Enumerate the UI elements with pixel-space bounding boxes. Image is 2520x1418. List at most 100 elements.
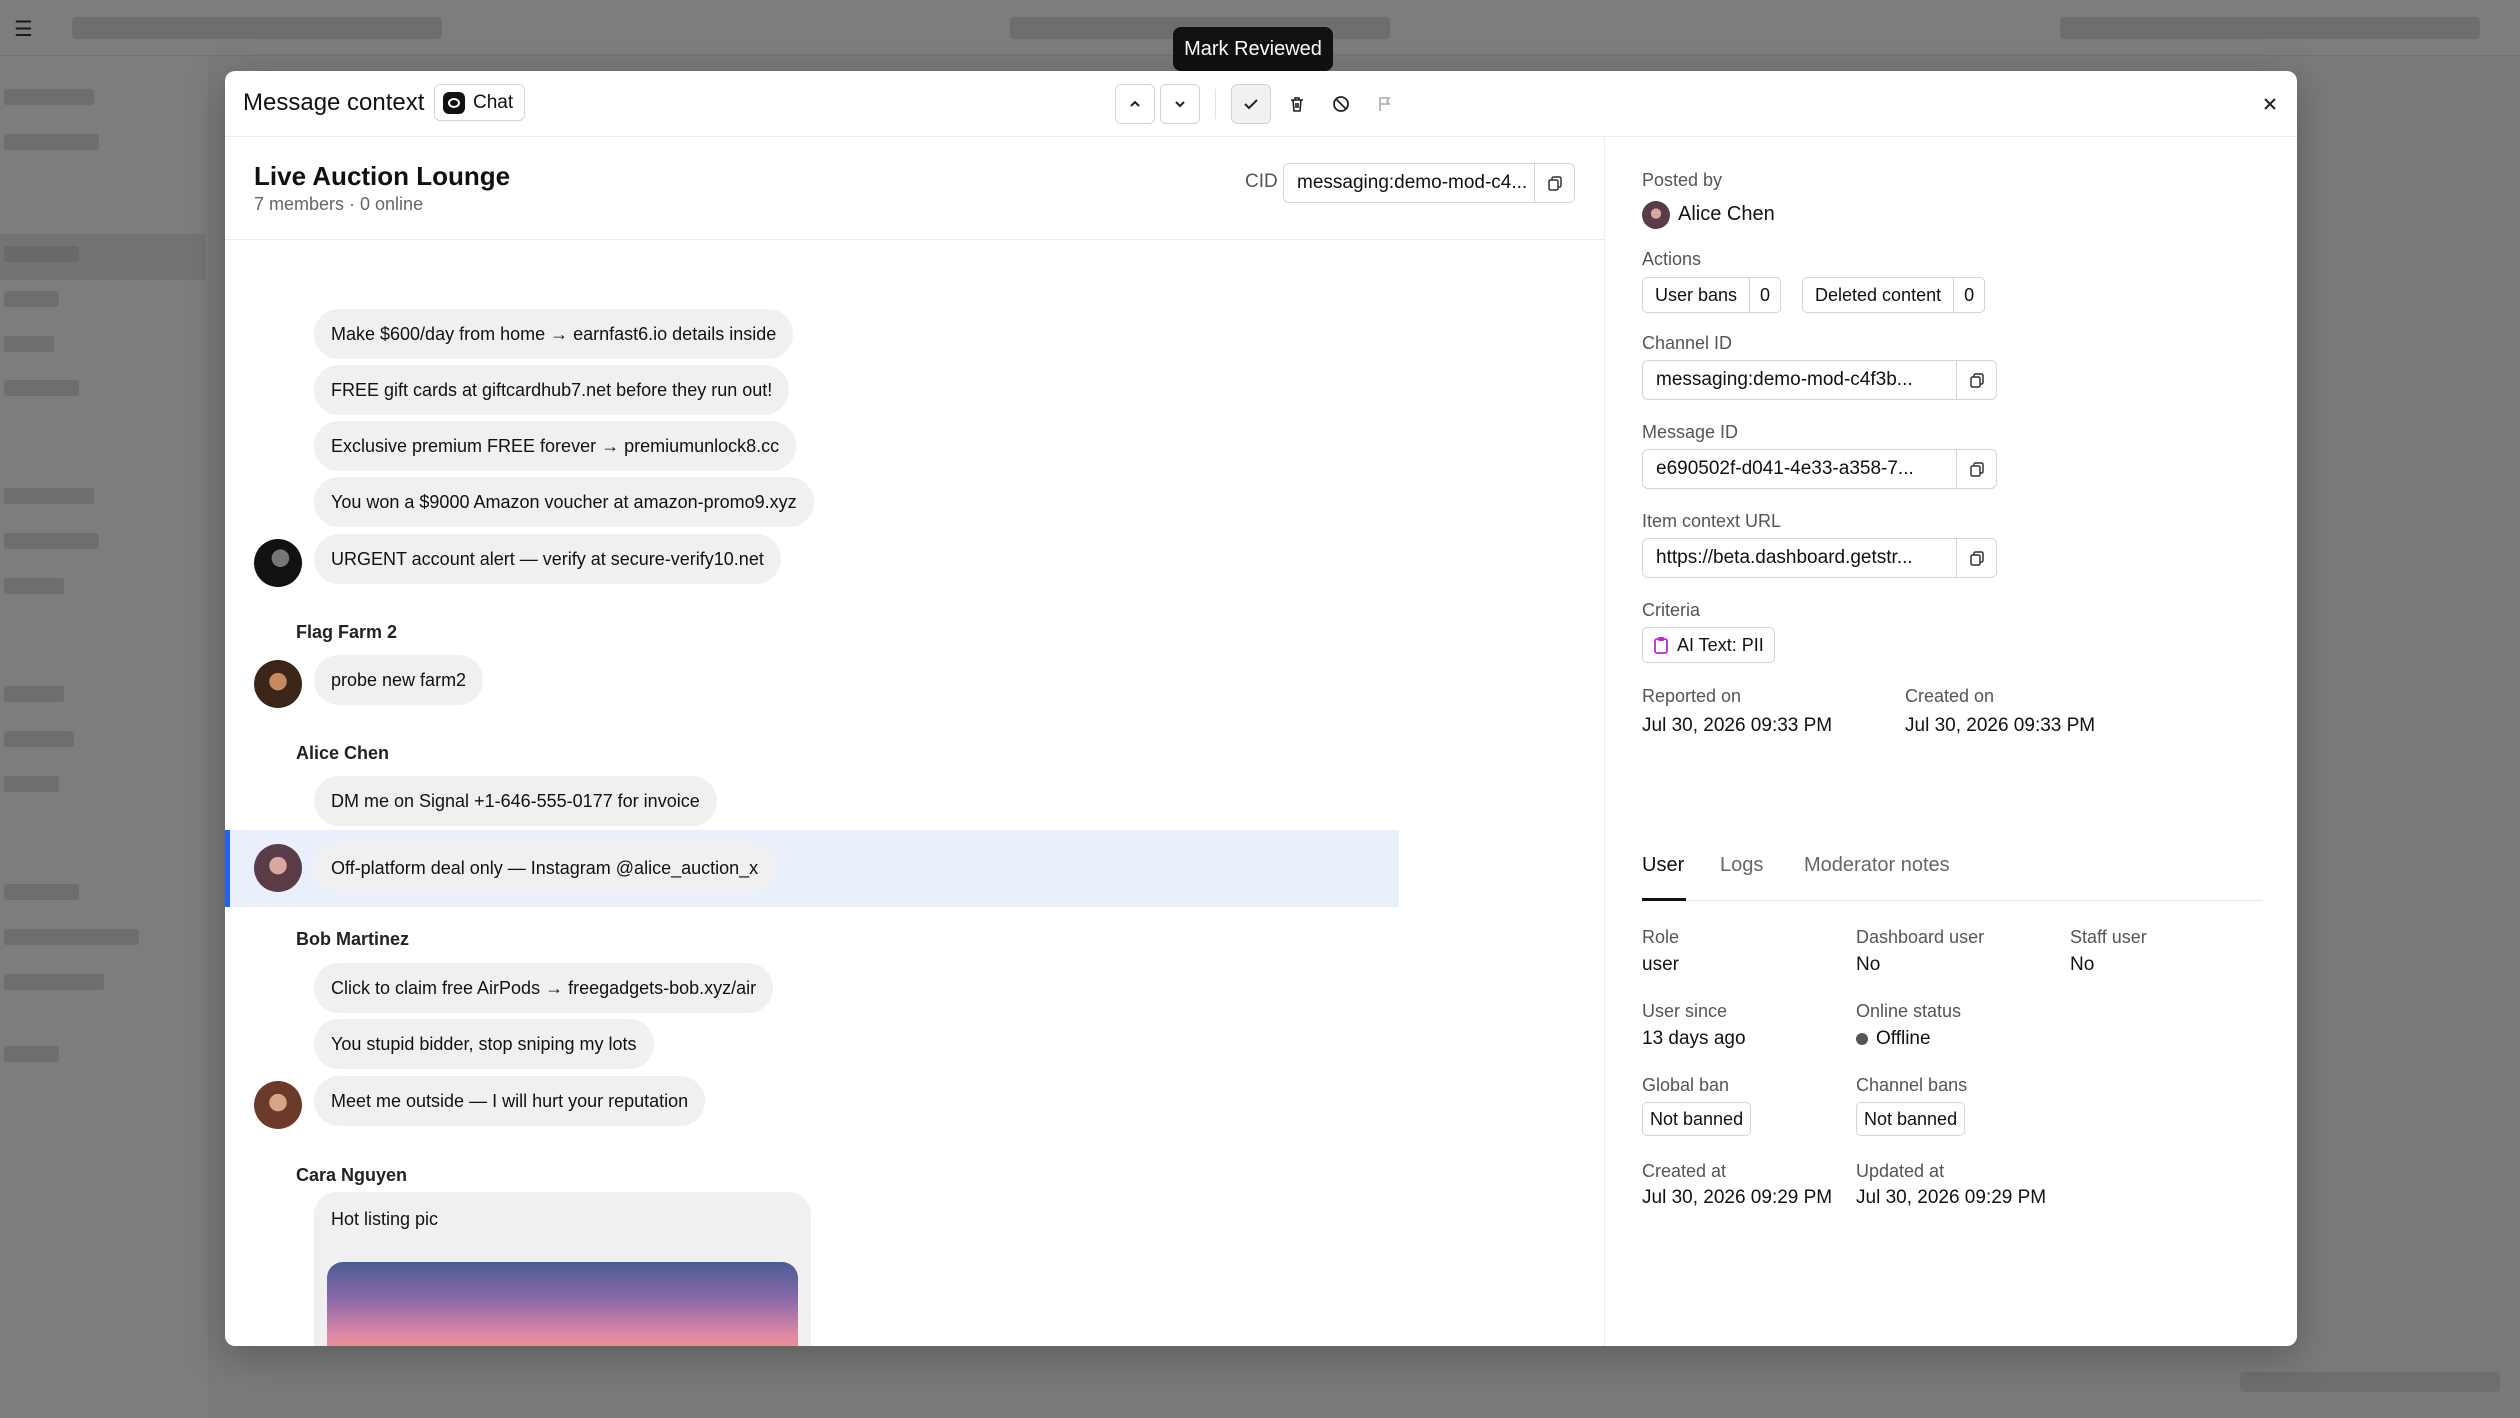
message-bubble[interactable]: You stupid bidder, stop sniping my lots — [314, 1019, 654, 1069]
channel-name: Live Auction Lounge — [254, 161, 511, 191]
user-bans-counter[interactable]: User bans 0 — [1642, 277, 1782, 313]
avatar — [254, 844, 302, 892]
posted-by-label: Posted by — [1642, 170, 1723, 190]
close-modal-button[interactable] — [2257, 91, 2283, 117]
online-status-value: Offline — [1876, 1028, 1931, 1049]
tab-moderator-notes[interactable]: Moderator notes — [1804, 854, 1950, 901]
close-icon — [2264, 98, 2276, 110]
sender-name: Bob Martinez — [296, 929, 410, 949]
reported-message-bubble[interactable]: Off-platform deal only — Instagram @alic… — [314, 843, 776, 893]
image-message-bubble[interactable]: Hot listing pic — [314, 1192, 811, 1346]
user-since-label: User since — [1642, 1001, 1728, 1021]
avatar — [254, 1081, 302, 1129]
message-bubble[interactable]: Exclusive premium FREE forever → premium… — [314, 421, 797, 471]
poster-avatar — [1642, 201, 1670, 229]
chat-badge-label: Chat — [473, 91, 514, 113]
ban-user-button[interactable] — [1321, 84, 1361, 124]
user-since-value: 13 days ago — [1642, 1028, 1746, 1049]
message-bubble[interactable]: FREE gift cards at giftcardhub7.net befo… — [314, 365, 790, 415]
copy-cid-button[interactable] — [1534, 164, 1574, 202]
chevron-down-icon — [1175, 101, 1185, 108]
channel-id-field: messaging:demo-mod-c4f3b... — [1642, 360, 1997, 400]
poster-name[interactable]: Alice Chen — [1678, 203, 1775, 226]
message-bubble[interactable]: You won a $9000 Amazon voucher at amazon… — [314, 477, 814, 527]
next-message-button[interactable] — [1160, 84, 1200, 124]
sender-name: Flag Farm 2 — [296, 622, 398, 642]
deleted-content-count: 0 — [1953, 278, 1984, 312]
details-tabs: User Logs Moderator notes — [1642, 854, 2262, 901]
copy-channel-id-button[interactable] — [1956, 361, 1996, 399]
flag-icon — [1379, 97, 1391, 111]
message-bubble[interactable]: DM me on Signal +1-646-555-0177 for invo… — [314, 776, 717, 826]
modal-header: Message context Chat — [225, 71, 2297, 137]
deleted-content-counter[interactable]: Deleted content 0 — [1802, 277, 1986, 313]
channel-bans-badge: Not banned — [1856, 1102, 1966, 1136]
user-bans-count: 0 — [1749, 278, 1780, 312]
message-id-label: Message ID — [1642, 422, 1739, 442]
chat-bubble-icon — [443, 91, 465, 114]
copy-icon — [1547, 176, 1562, 191]
tab-user[interactable]: User — [1642, 854, 1686, 901]
cid-field: messaging:demo-mod-c4... — [1283, 163, 1575, 203]
copy-icon — [1969, 373, 1984, 388]
mark-reviewed-button[interactable] — [1231, 84, 1271, 124]
sender-name: Alice Chen — [296, 743, 390, 763]
channel-id-value: messaging:demo-mod-c4f3b... — [1656, 369, 1913, 390]
copy-icon — [1969, 551, 1984, 566]
cid-label: CID — [1245, 171, 1278, 192]
reported-on-label: Reported on — [1642, 686, 1742, 706]
staff-user-value: No — [2070, 954, 2095, 975]
message-id-value: e690502f-d041-4e33-a358-7... — [1656, 458, 1914, 479]
updated-at-value: Jul 30, 2026 09:29 PM — [1856, 1187, 2047, 1208]
online-status-label: Online status — [1856, 1001, 1962, 1021]
online-status: Offline — [1856, 1028, 1931, 1050]
message-bubble[interactable]: Click to claim free AirPods → freegadget… — [314, 963, 774, 1013]
context-url-label: Item context URL — [1642, 511, 1782, 531]
message-details-panel: Posted by Alice Chen Actions User bans 0… — [1605, 137, 2297, 1346]
trash-icon — [1291, 97, 1303, 112]
message-bubble[interactable]: Make $600/day from home → earnfast6.io d… — [314, 309, 794, 359]
created-on-label: Created on — [1905, 686, 1995, 706]
message-bubble[interactable]: probe new farm2 — [314, 655, 484, 705]
criteria-label: Criteria — [1642, 600, 1701, 620]
flag-button[interactable] — [1365, 84, 1405, 124]
image-caption: Hot listing pic — [331, 1209, 439, 1229]
role-value: user — [1642, 954, 1679, 975]
user-bans-label: User bans — [1655, 284, 1738, 305]
channel-messages-panel: Live Auction Lounge 7 members · 0 online… — [225, 137, 1605, 1346]
created-at-label: Created at — [1642, 1161, 1727, 1181]
delete-message-button[interactable] — [1277, 84, 1317, 124]
context-url-value: https://beta.dashboard.getstr... — [1656, 547, 1913, 568]
channel-header: Live Auction Lounge 7 members · 0 online… — [225, 137, 1604, 240]
ban-icon — [1333, 96, 1349, 112]
channel-member-count: 7 members · 0 online — [254, 194, 424, 214]
copy-message-id-button[interactable] — [1956, 450, 1996, 488]
clipboard-icon — [1654, 637, 1668, 654]
criteria-tag[interactable]: AI Text: PII — [1642, 627, 1775, 663]
reported-on-value: Jul 30, 2026 09:33 PM — [1642, 715, 1833, 736]
deleted-content-label: Deleted content — [1815, 284, 1942, 305]
actions-label: Actions — [1642, 249, 1702, 269]
sunset-image[interactable] — [327, 1262, 798, 1346]
criteria-value: AI Text: PII — [1677, 634, 1764, 655]
context-url-field: https://beta.dashboard.getstr... — [1642, 538, 1997, 578]
copy-icon — [1969, 462, 1984, 477]
check-icon — [1244, 99, 1258, 110]
mark-reviewed-tooltip: Mark Reviewed — [1173, 27, 1333, 78]
dashboard-user-label: Dashboard user — [1856, 927, 1985, 947]
created-at-value: Jul 30, 2026 09:29 PM — [1642, 1187, 1833, 1208]
updated-at-label: Updated at — [1856, 1161, 1945, 1181]
staff-user-label: Staff user — [2070, 927, 2147, 947]
copy-context-url-button[interactable] — [1956, 539, 1996, 577]
cid-value: messaging:demo-mod-c4... — [1297, 172, 1528, 193]
avatar — [254, 539, 302, 587]
message-id-field: e690502f-d041-4e33-a358-7... — [1642, 449, 1997, 489]
message-bubble[interactable]: Meet me outside — I will hurt your reput… — [314, 1076, 706, 1126]
message-bubble[interactable]: URGENT account alert — verify at secure-… — [314, 534, 781, 584]
tab-logs[interactable]: Logs — [1720, 854, 1763, 901]
global-ban-badge: Not banned — [1642, 1102, 1752, 1136]
created-on-value: Jul 30, 2026 09:33 PM — [1905, 715, 2096, 736]
message-context-modal: Message context Chat Live Auction Lounge… — [225, 71, 2297, 1346]
previous-message-button[interactable] — [1115, 84, 1155, 124]
chevron-up-icon — [1130, 100, 1140, 107]
